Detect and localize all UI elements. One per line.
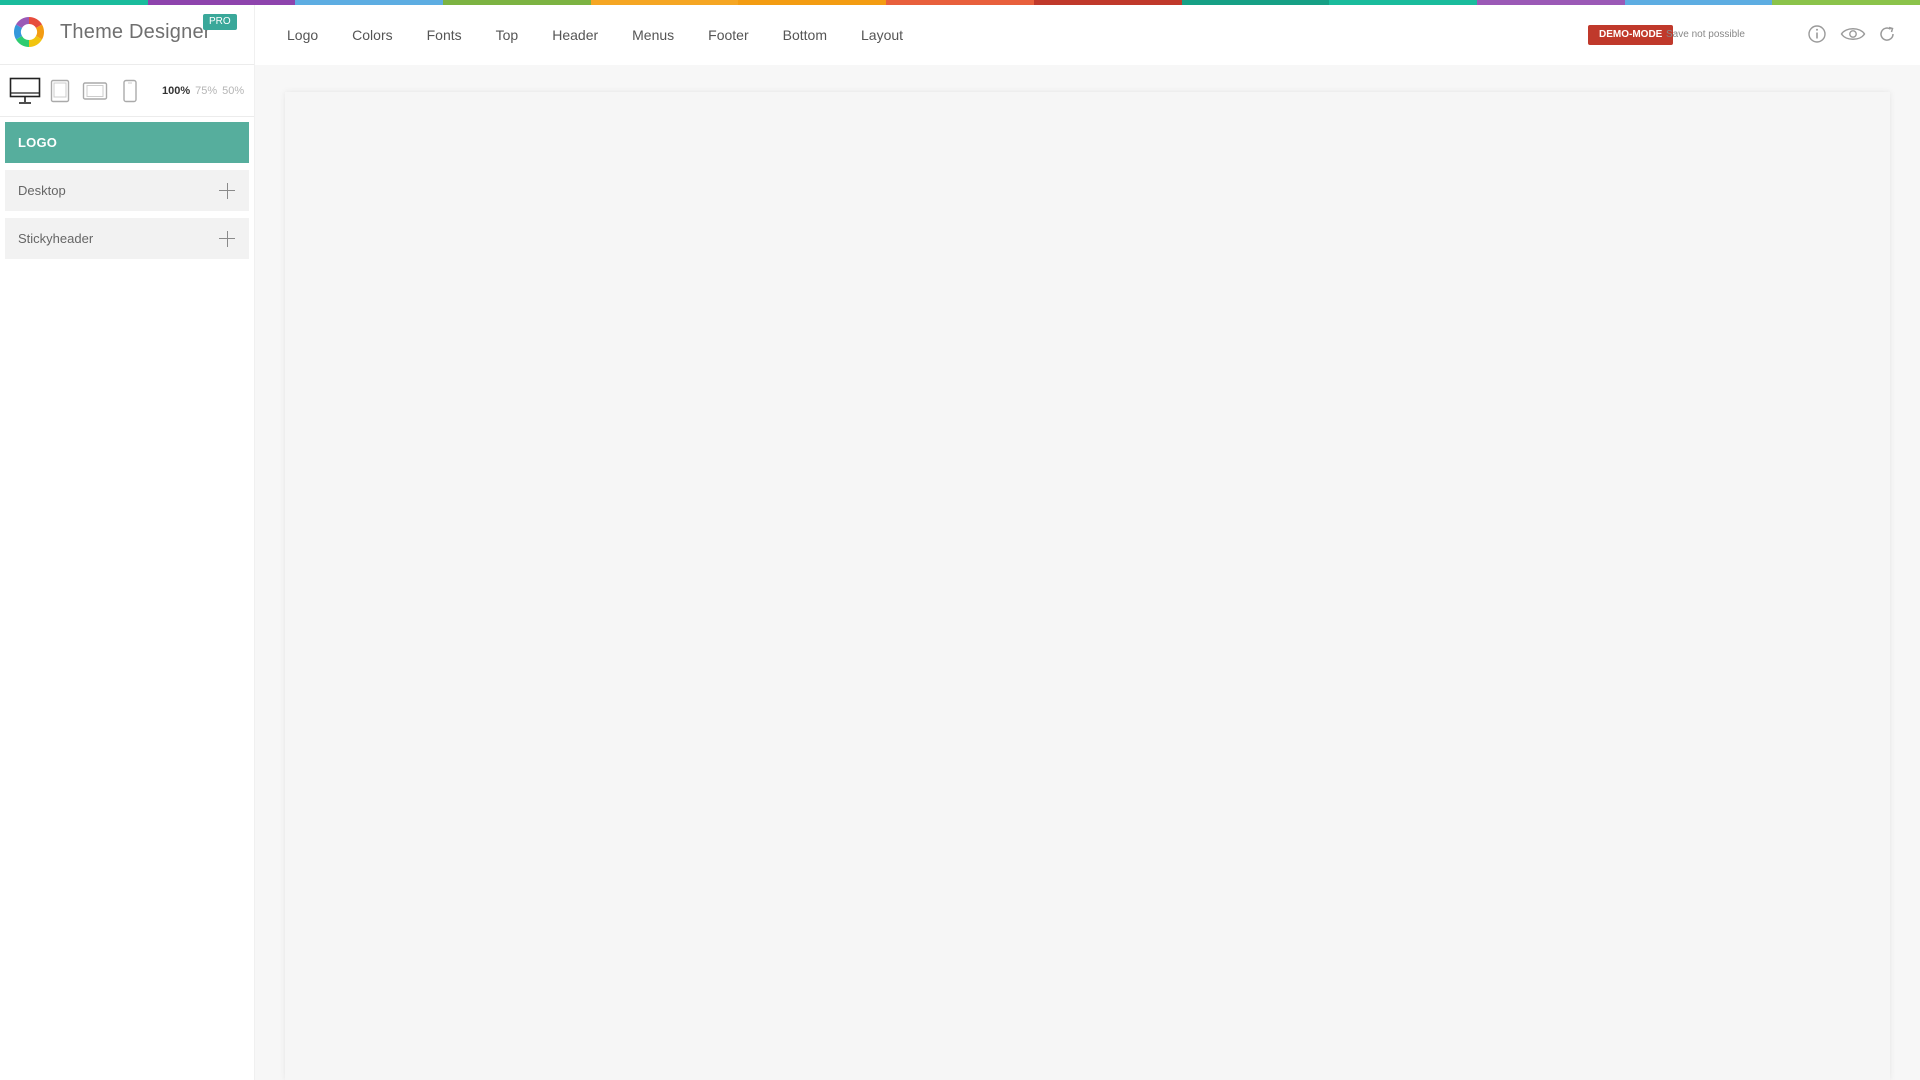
nav-item-fonts[interactable]: Fonts bbox=[410, 27, 479, 43]
refresh-icon bbox=[1880, 26, 1894, 41]
nav-item-bottom[interactable]: Bottom bbox=[766, 27, 844, 43]
info-button[interactable] bbox=[1805, 22, 1829, 46]
nav-item-logo[interactable]: Logo bbox=[270, 27, 335, 43]
stripe-segment bbox=[0, 0, 148, 5]
device-toolbar: 100% 75% 50% bbox=[0, 65, 254, 117]
stripe-segment bbox=[1772, 0, 1920, 5]
preview-canvas[interactable] bbox=[285, 92, 1890, 1080]
plus-icon[interactable] bbox=[219, 230, 235, 247]
info-icon bbox=[1808, 25, 1826, 43]
stripe-segment bbox=[147, 0, 296, 5]
nav-item-footer[interactable]: Footer bbox=[691, 27, 765, 43]
preview-button[interactable] bbox=[1838, 22, 1868, 46]
zoom-100[interactable]: 100% bbox=[162, 85, 190, 97]
zoom-75[interactable]: 75% bbox=[195, 85, 217, 97]
nav-item-header[interactable]: Header bbox=[535, 27, 615, 43]
desktop-monitor-icon bbox=[9, 77, 41, 104]
stripe-segment bbox=[738, 0, 887, 5]
brand-header: Theme Designer PRO bbox=[0, 0, 254, 65]
app-title: Theme Designer bbox=[60, 20, 211, 43]
tablet-landscape-view-button[interactable] bbox=[78, 74, 112, 108]
stripe-segment bbox=[443, 0, 591, 5]
main-nav: Logo Colors Fonts Top Header Menus Foote… bbox=[270, 5, 920, 65]
stripe-segment bbox=[295, 0, 444, 5]
stripe-segment bbox=[1033, 0, 1182, 5]
panel-header-logo: LOGO bbox=[5, 122, 249, 163]
stripe-segment bbox=[886, 0, 1034, 5]
sidebar: Theme Designer PRO 100% 75% 50% LOGO Des… bbox=[0, 0, 255, 1080]
top-color-stripe bbox=[0, 0, 1920, 5]
accordion-item-stickyheader[interactable]: Stickyheader bbox=[5, 218, 249, 259]
stripe-segment bbox=[1624, 0, 1773, 5]
eye-icon bbox=[1840, 28, 1866, 40]
phone-icon bbox=[123, 79, 137, 102]
desktop-view-button[interactable] bbox=[8, 74, 42, 108]
stripe-segment bbox=[590, 0, 739, 5]
phone-view-button[interactable] bbox=[113, 74, 147, 108]
nav-item-menus[interactable]: Menus bbox=[615, 27, 691, 43]
demo-mode-badge: DEMO-MODE bbox=[1588, 25, 1674, 45]
zoom-50[interactable]: 50% bbox=[222, 85, 244, 97]
top-navigation-bar: Logo Colors Fonts Top Header Menus Foote… bbox=[255, 0, 1920, 65]
stripe-segment bbox=[1181, 0, 1330, 5]
accordion-item-label: Desktop bbox=[18, 183, 66, 198]
nav-item-top[interactable]: Top bbox=[479, 27, 536, 43]
tablet-portrait-view-button[interactable] bbox=[43, 74, 77, 108]
reset-button[interactable] bbox=[1875, 22, 1899, 46]
stripe-segment bbox=[1329, 0, 1477, 5]
settings-panel: LOGO Desktop Stickyheader bbox=[0, 117, 254, 259]
accordion-item-desktop[interactable]: Desktop bbox=[5, 170, 249, 211]
tablet-portrait-icon bbox=[50, 79, 70, 102]
stripe-segment bbox=[1476, 0, 1625, 5]
pro-badge: PRO bbox=[203, 14, 237, 30]
plus-icon[interactable] bbox=[219, 182, 235, 199]
nav-item-layout[interactable]: Layout bbox=[844, 27, 920, 43]
nav-item-colors[interactable]: Colors bbox=[335, 27, 409, 43]
tablet-landscape-icon bbox=[82, 81, 108, 100]
accordion-item-label: Stickyheader bbox=[18, 231, 94, 246]
save-status-text: Save not possible bbox=[1666, 29, 1745, 40]
zoom-selector: 100% 75% 50% bbox=[162, 85, 244, 97]
color-wheel-icon bbox=[13, 16, 45, 48]
